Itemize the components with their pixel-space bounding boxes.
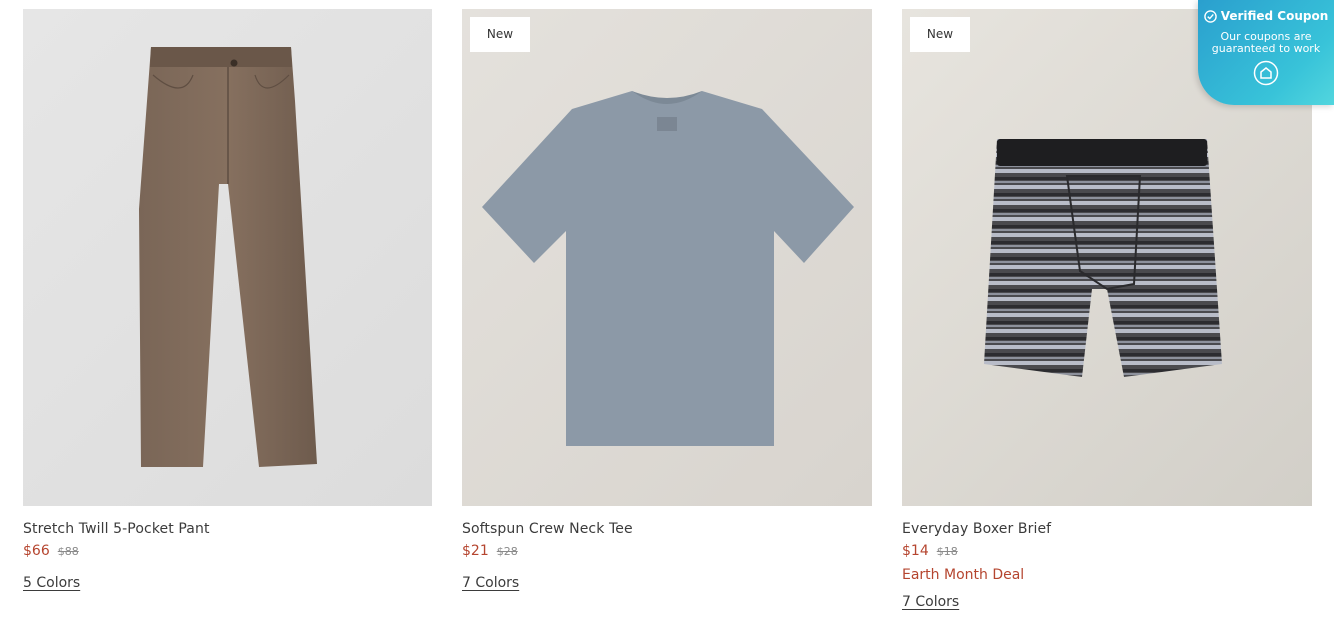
product-title[interactable]: Softspun Crew Neck Tee: [462, 521, 872, 537]
price-row: $14 $18: [902, 543, 1312, 559]
coupon-header: Verified Coupon: [1198, 9, 1334, 23]
check-circle-icon: [1203, 9, 1217, 23]
original-price: $88: [57, 545, 79, 558]
colors-link[interactable]: 7 Colors: [462, 575, 519, 591]
product-title[interactable]: Everyday Boxer Brief: [902, 521, 1312, 537]
original-price: $18: [936, 545, 958, 558]
verified-coupon-widget[interactable]: Verified Coupon Our coupons are guarante…: [1198, 0, 1334, 105]
coupon-subtitle: Our coupons are guaranteed to work: [1211, 30, 1321, 55]
original-price: $28: [496, 545, 518, 558]
colors-link[interactable]: 7 Colors: [902, 594, 959, 610]
gray-tee-image: [482, 91, 854, 446]
product-card[interactable]: New Softspun Crew Neck Tee $21 $28 7 Col…: [462, 9, 872, 591]
price-row: $66 $88: [23, 543, 432, 559]
price-row: $21 $28: [462, 543, 872, 559]
new-badge: New: [470, 17, 530, 52]
coupon-logo-icon[interactable]: [1253, 60, 1279, 86]
deal-label: Earth Month Deal: [902, 567, 1025, 583]
coupon-title: Verified Coupon: [1220, 9, 1329, 23]
sale-price: $21: [462, 543, 489, 559]
product-image[interactable]: New: [462, 9, 872, 506]
sale-price: $66: [23, 543, 50, 559]
brown-pant-image: [139, 47, 317, 467]
colors-link[interactable]: 5 Colors: [23, 575, 80, 591]
product-card[interactable]: Stretch Twill 5-Pocket Pant $66 $88 5 Co…: [23, 9, 432, 591]
product-image[interactable]: [23, 9, 432, 506]
sale-price: $14: [902, 543, 929, 559]
product-title[interactable]: Stretch Twill 5-Pocket Pant: [23, 521, 432, 537]
new-badge: New: [910, 17, 970, 52]
